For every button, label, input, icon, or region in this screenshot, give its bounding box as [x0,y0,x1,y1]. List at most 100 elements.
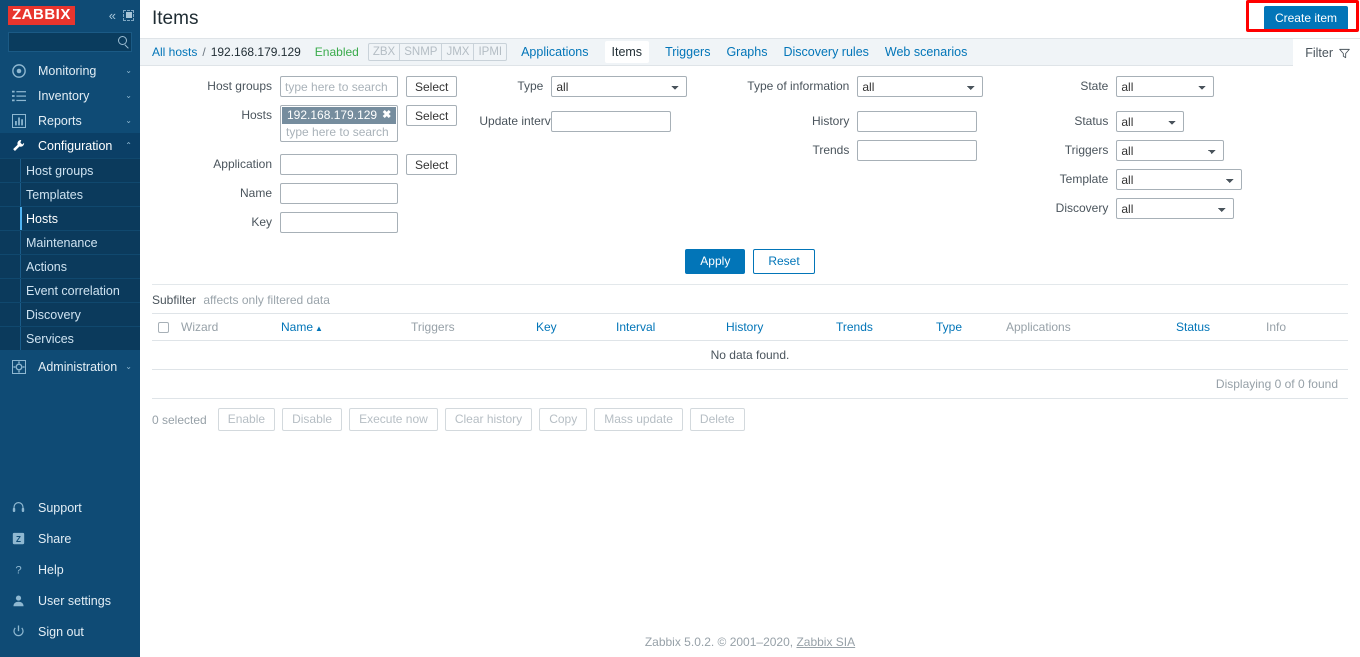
host-groups-input[interactable] [280,76,398,97]
column-name[interactable]: Name ▲ [275,313,405,341]
application-select-button[interactable]: Select [406,154,458,175]
sidebar-item-inventory[interactable]: Inventory ⌄ [0,83,140,108]
column-trends[interactable]: Trends [830,313,930,341]
sidebar-item-reports[interactable]: Reports ⌄ [0,108,140,133]
copy-button[interactable]: Copy [539,408,588,431]
column-type-link[interactable]: Type [936,320,962,334]
sidebar-label: Share [38,531,72,546]
page-header: Items Create item [140,0,1360,38]
label-trends: Trends [812,143,850,157]
sidebar-item-discovery[interactable]: Discovery [0,302,140,326]
reset-button[interactable]: Reset [753,249,815,274]
type-of-information-select[interactable]: all [857,76,984,97]
column-name-link[interactable]: Name [281,320,313,334]
filter-tab[interactable]: Filter [1293,39,1360,67]
select-all-checkbox[interactable] [158,322,169,334]
eye-icon [12,63,30,78]
tab-triggers[interactable]: Triggers [665,45,710,59]
subfilter-hint: affects only filtered data [203,293,330,307]
sidebar-item-services[interactable]: Services [0,326,140,350]
sidebar-header: ZABBIX « [0,0,140,30]
sidebar-item-host-groups[interactable]: Host groups [0,158,140,182]
sidebar-label: User settings [38,593,111,608]
column-history[interactable]: History [720,313,830,341]
discovery-select[interactable]: all [1116,198,1235,219]
clear-history-button[interactable]: Clear history [444,408,533,431]
tab-web-scenarios[interactable]: Web scenarios [885,45,967,59]
column-history-link[interactable]: History [726,320,763,334]
filter-column-2: Type all Update interval [479,76,688,241]
tab-graphs[interactable]: Graphs [726,45,767,59]
host-chip[interactable]: 192.168.179.129 ✖ [282,107,396,124]
bulk-actions: 0 selected Enable Disable Execute now Cl… [140,399,1360,440]
column-status-link[interactable]: Status [1176,320,1210,334]
disable-button[interactable]: Disable [282,408,343,431]
sidebar-item-maintenance[interactable]: Maintenance [0,230,140,254]
delete-button[interactable]: Delete [689,408,745,431]
sidebar-item-monitoring[interactable]: Monitoring ⌄ [0,58,140,83]
tab-items[interactable]: Items [604,41,650,63]
collapse-sidebar-icon[interactable]: « [109,9,116,22]
label-hosts: Hosts [241,108,272,122]
application-input[interactable] [280,154,398,175]
search-input[interactable] [9,33,131,51]
sidebar-item-support[interactable]: Support [0,492,140,523]
filter-row-template: Template all [1041,169,1243,190]
breadcrumb-all-hosts[interactable]: All hosts [152,45,197,59]
column-interval[interactable]: Interval [610,313,720,341]
enable-button[interactable]: Enable [217,408,276,431]
sidebar-item-configuration[interactable]: Configuration ⌃ [0,133,140,158]
column-key-link[interactable]: Key [536,320,557,334]
sidebar-item-templates[interactable]: Templates [0,182,140,206]
hosts-select-button[interactable]: Select [406,105,458,126]
sidebar-item-share[interactable]: Z Share [0,523,140,554]
remove-host-chip-icon[interactable]: ✖ [382,108,391,123]
tab-discovery-rules[interactable]: Discovery rules [783,45,868,59]
zabbix-sia-link[interactable]: Zabbix SIA [796,635,855,649]
status-select[interactable]: all [1116,111,1185,132]
hosts-placeholder[interactable]: type here to search [282,124,396,141]
filter-row-triggers: Triggers all [1041,140,1242,161]
template-select[interactable]: all [1116,169,1243,190]
key-input[interactable] [280,212,398,233]
column-type[interactable]: Type [930,313,1000,341]
triggers-select[interactable]: all [1116,140,1225,161]
badge-snmp: SNMP [400,44,443,60]
sidebar-item-hosts[interactable]: Hosts [0,206,140,230]
filter-row-discovery: Discovery all [1041,198,1242,219]
sidebar-item-actions[interactable]: Actions [0,254,140,278]
apply-button[interactable]: Apply [685,249,746,274]
tab-applications[interactable]: Applications [521,45,588,59]
sidebar-item-administration[interactable]: Administration ⌄ [0,354,140,379]
sidebar-search[interactable] [8,32,132,52]
history-input[interactable] [857,111,978,132]
column-interval-link[interactable]: Interval [616,320,655,334]
sort-asc-icon: ▲ [315,324,323,333]
sidebar-item-event-correlation[interactable]: Event correlation [0,278,140,302]
sidebar-bottom-menu: Support Z Share ? Help User settings Sig… [0,492,140,647]
headset-icon [12,501,30,514]
mass-update-button[interactable]: Mass update [594,408,683,431]
sidebar-item-help[interactable]: ? Help [0,554,140,585]
type-select[interactable]: all [551,76,688,97]
filter-row-update-interval: Update interval [479,111,687,132]
column-status[interactable]: Status [1170,313,1260,341]
column-trends-link[interactable]: Trends [836,320,873,334]
sidebar-label: Reports [38,113,82,128]
hosts-multiselect[interactable]: 192.168.179.129 ✖ type here to search [280,105,398,142]
create-item-button[interactable]: Create item [1263,6,1348,32]
update-interval-input[interactable] [551,111,672,132]
filter-form: Host groups Select Hosts 192.168.179.129… [140,66,1360,285]
compact-view-icon[interactable] [123,9,134,21]
column-key[interactable]: Key [530,313,610,341]
question-icon: ? [12,563,30,576]
state-select[interactable]: all [1116,76,1215,97]
sidebar-item-sign-out[interactable]: Sign out [0,616,140,647]
execute-now-button[interactable]: Execute now [349,408,438,431]
name-input[interactable] [280,183,398,204]
sidebar-item-user-settings[interactable]: User settings [0,585,140,616]
sidebar-label: Monitoring [38,63,97,78]
trends-input[interactable] [857,140,978,161]
page-footer: Zabbix 5.0.2. © 2001–2020, Zabbix SIA [140,635,1360,649]
host-groups-select-button[interactable]: Select [406,76,458,97]
